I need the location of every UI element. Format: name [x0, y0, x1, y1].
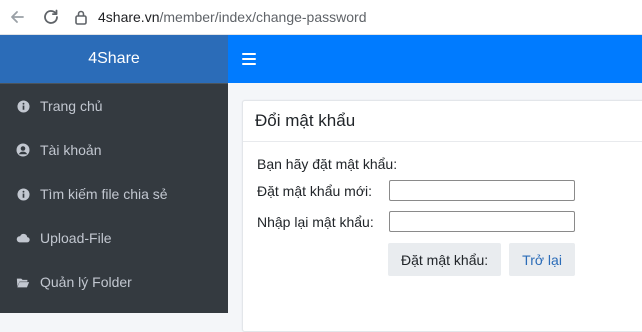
- sidebar-item-label: Quản lý Folder: [40, 274, 132, 290]
- hamburger-menu-icon[interactable]: [242, 53, 256, 65]
- url-host: 4share.vn: [98, 9, 160, 25]
- info-circle-icon: [16, 187, 30, 201]
- sidebar-item-label: Tìm kiếm file chia sẻ: [40, 186, 168, 202]
- sidebar-item-label: Upload-File: [40, 230, 112, 246]
- sidebar-item-trang-chu[interactable]: Trang chủ: [0, 84, 228, 128]
- form-actions: Đặt mật khẩu: Trở lại: [388, 243, 575, 276]
- intro-text: Bạn hãy đặt mật khẩu:: [257, 156, 398, 172]
- new-password-input[interactable]: [389, 180, 575, 201]
- cloud-icon: [16, 231, 30, 245]
- confirm-password-input[interactable]: [389, 211, 575, 232]
- folder-open-icon: [16, 275, 30, 289]
- sidebar-item-tai-khoan[interactable]: Tài khoản: [0, 128, 228, 172]
- sidebar-item-tim-kiem[interactable]: Tìm kiếm file chia sẻ: [0, 172, 228, 216]
- address-bar[interactable]: 4share.vn/member/index/change-password: [74, 9, 366, 25]
- user-circle-icon: [16, 143, 30, 157]
- set-password-button[interactable]: Đặt mật khẩu:: [388, 243, 502, 276]
- browser-toolbar: 4share.vn/member/index/change-password: [0, 0, 642, 35]
- sidebar-item-upload-file[interactable]: Upload-File: [0, 216, 228, 260]
- sidebar-item-label: Trang chủ: [40, 98, 103, 114]
- new-password-label: Đặt mật khẩu mới:: [257, 182, 372, 199]
- sidebar: 4Share Trang chủ Tài khoản Tìm kiếm file…: [0, 35, 228, 313]
- confirm-password-row: Nhập lại mật khẩu:: [257, 211, 575, 232]
- reload-icon[interactable]: [34, 0, 68, 34]
- new-password-row: Đặt mật khẩu mới:: [257, 180, 575, 201]
- sidebar-menu: Trang chủ Tài khoản Tìm kiếm file chia s…: [0, 84, 228, 304]
- url-text[interactable]: 4share.vn/member/index/change-password: [98, 9, 366, 25]
- back-arrow-icon[interactable]: [0, 0, 34, 34]
- lock-icon[interactable]: [74, 9, 88, 25]
- info-circle-icon: [16, 99, 30, 113]
- change-password-card: Đổi mật khẩu Bạn hãy đặt mật khẩu: Đặt m…: [242, 100, 642, 332]
- brand-logo[interactable]: 4Share: [0, 35, 228, 84]
- confirm-password-label: Nhập lại mật khẩu:: [257, 213, 374, 230]
- sidebar-item-quan-ly-folder[interactable]: Quản lý Folder: [0, 260, 228, 304]
- sidebar-item-label: Tài khoản: [40, 142, 102, 158]
- card-title: Đổi mật khẩu: [243, 101, 642, 142]
- back-button[interactable]: Trở lại: [509, 243, 575, 276]
- top-navbar: [228, 35, 642, 83]
- url-path: /member/index/change-password: [159, 9, 367, 25]
